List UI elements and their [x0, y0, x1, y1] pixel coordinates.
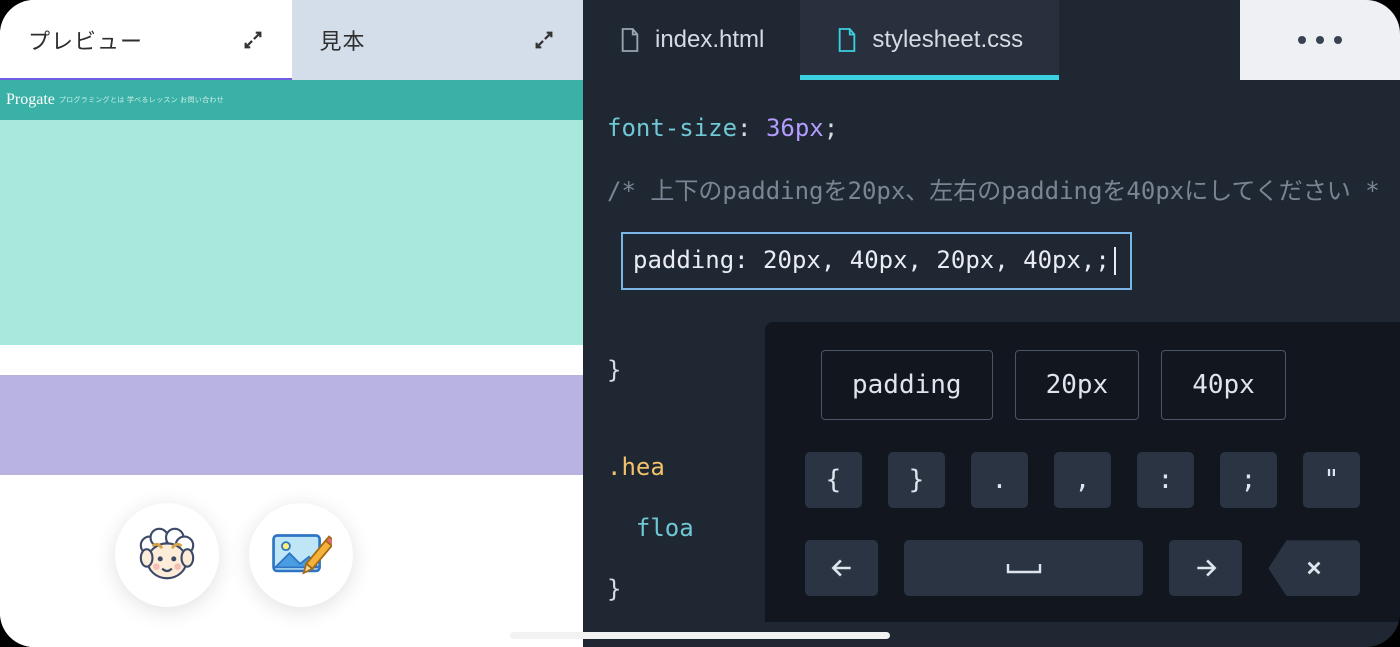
tab-preview-label: プレビュー	[28, 24, 143, 56]
preview-submenu: プログラミングとは 学べるレッスン お問い合わせ	[59, 95, 224, 105]
preview-logo: Progate	[6, 91, 55, 109]
hint-character-button[interactable]	[115, 503, 219, 607]
close-icon	[1301, 555, 1327, 581]
code-text: :	[737, 114, 766, 142]
preview-area: Progate プログラミングとは 学べるレッスン お問い合わせ	[0, 80, 583, 647]
left-tab-bar: プレビュー 見本	[0, 0, 583, 80]
space-key[interactable]	[904, 540, 1143, 596]
css-property: font-size	[607, 114, 737, 142]
arrow-left-key[interactable]	[805, 540, 878, 596]
suggestion-key[interactable]: 20px	[1015, 350, 1140, 420]
symbol-key[interactable]: ;	[1220, 452, 1277, 508]
sheep-icon	[136, 524, 198, 586]
code-line: font-size: 36px;	[607, 110, 1376, 147]
symbol-key[interactable]: {	[805, 452, 862, 508]
tab-sample-label: 見本	[320, 24, 366, 56]
app-root: プレビュー 見本 Prog	[0, 0, 1400, 647]
arrow-right-key[interactable]	[1169, 540, 1242, 596]
tab-index-html[interactable]: index.html	[583, 0, 800, 80]
more-menu-button[interactable]	[1240, 0, 1400, 80]
css-selector: .hea	[607, 453, 665, 481]
dot-icon	[1316, 36, 1324, 44]
tab-sample[interactable]: 見本	[292, 0, 584, 80]
css-comment: /* 上下のpaddingを20px、左右のpaddingを40pxにしてくださ…	[607, 177, 1380, 205]
arrow-right-icon	[1193, 555, 1219, 581]
suggestion-key[interactable]: 40px	[1161, 350, 1286, 420]
arrow-left-icon	[829, 555, 855, 581]
floating-buttons	[115, 503, 353, 607]
symbol-key[interactable]: }	[888, 452, 945, 508]
dot-icon	[1334, 36, 1342, 44]
code-input-value: padding: 20px, 40px, 20px, 40px,;	[633, 246, 1110, 274]
suggestion-key[interactable]: padding	[821, 350, 993, 420]
keyboard-panel: padding 20px 40px { } . , : ; "	[765, 322, 1400, 622]
tab-preview[interactable]: プレビュー	[0, 0, 292, 80]
symbol-key[interactable]: ,	[1054, 452, 1111, 508]
tab-index-html-label: index.html	[655, 26, 764, 54]
right-pane: index.html stylesheet.css font-size: 36p…	[583, 0, 1400, 647]
backspace-key[interactable]	[1268, 540, 1360, 596]
editor-tab-bar: index.html stylesheet.css	[583, 0, 1400, 80]
file-icon	[619, 27, 641, 53]
image-edit-icon	[270, 529, 332, 581]
tab-stylesheet-css-label: stylesheet.css	[872, 26, 1023, 54]
code-text: }	[607, 356, 621, 384]
keyboard-suggestion-row: padding 20px 40px	[805, 350, 1360, 420]
css-value: 36px	[766, 114, 824, 142]
symbol-key[interactable]: .	[971, 452, 1028, 508]
code-text: }	[607, 575, 621, 603]
code-text: ;	[824, 114, 838, 142]
symbol-key[interactable]: "	[1303, 452, 1360, 508]
css-property: floa	[636, 514, 694, 542]
keyboard-bottom-row	[805, 540, 1360, 596]
preview-gap	[0, 345, 583, 375]
symbol-key[interactable]: :	[1137, 452, 1194, 508]
code-editor[interactable]: font-size: 36px; /* 上下のpaddingを20px、左右のp…	[583, 80, 1400, 647]
tab-stylesheet-css[interactable]: stylesheet.css	[800, 0, 1059, 80]
preview-hero-block	[0, 120, 583, 345]
code-input-box[interactable]: padding: 20px, 40px, 20px, 40px,;	[621, 232, 1132, 289]
example-image-button[interactable]	[249, 503, 353, 607]
expand-icon[interactable]	[242, 29, 264, 51]
preview-section-block	[0, 375, 583, 475]
expand-icon[interactable]	[533, 29, 555, 51]
left-pane: プレビュー 見本 Prog	[0, 0, 583, 647]
code-comment-line: /* 上下のpaddingを20px、左右のpaddingを40pxにしてくださ…	[607, 173, 1376, 210]
keyboard-symbol-row: { } . , : ; "	[805, 452, 1360, 508]
space-icon	[1004, 555, 1044, 581]
dot-icon	[1298, 36, 1306, 44]
home-indicator[interactable]	[510, 632, 890, 639]
text-cursor	[1114, 247, 1116, 275]
preview-header: Progate プログラミングとは 学べるレッスン お問い合わせ	[0, 80, 583, 120]
file-icon	[836, 27, 858, 53]
